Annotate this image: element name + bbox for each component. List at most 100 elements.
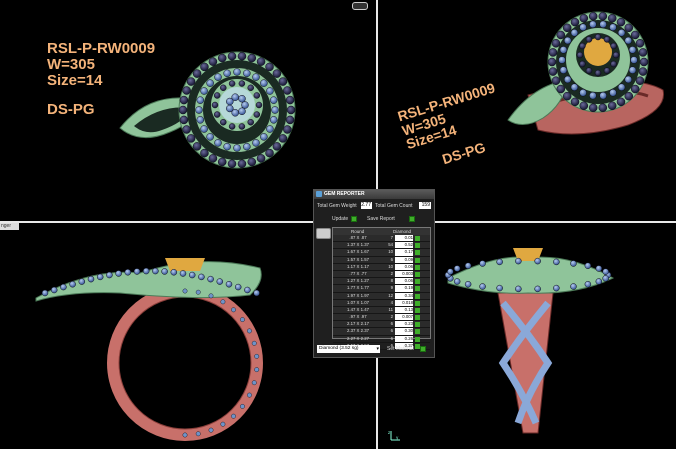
row-check-icon[interactable]	[415, 293, 420, 299]
gem-weight: 0.007	[395, 314, 413, 321]
material-select[interactable]: Diamond (3.52 sg) ▾	[317, 345, 380, 353]
gem-stone	[639, 57, 649, 67]
gem-stone	[214, 73, 222, 81]
gem-stone	[260, 79, 268, 87]
gem-stone	[256, 154, 266, 163]
row-check-icon[interactable]	[415, 300, 420, 306]
gem-stone	[211, 101, 219, 109]
row-check-icon[interactable]	[415, 322, 420, 328]
row-check-icon[interactable]	[415, 257, 420, 263]
gem-stone	[220, 118, 227, 126]
table-row[interactable]: 2.37 X 2.37 6 0.30	[333, 328, 430, 336]
gem-count: 12	[388, 292, 393, 298]
row-check-icon[interactable]	[415, 236, 420, 241]
gem-stone	[179, 270, 187, 277]
save-report-button[interactable]: Save Report	[367, 215, 395, 223]
row-check-icon[interactable]	[415, 250, 420, 256]
gem-stone	[238, 80, 246, 87]
row-check-icon[interactable]	[415, 307, 420, 313]
gem-weight: 0.09	[395, 256, 413, 263]
gem-stone	[192, 69, 202, 78]
gem-stone	[551, 39, 561, 48]
table-row[interactable]: .87 X .87 7 0.01	[333, 235, 430, 243]
gem-stone	[260, 133, 268, 141]
gem-stone	[182, 86, 191, 95]
table-row[interactable]: 1.27 X 1.27 8 0.06	[333, 278, 430, 286]
gem-stone	[576, 51, 584, 59]
material-select-value: Diamond (3.52 sg)	[319, 346, 359, 351]
gem-stone	[558, 56, 566, 64]
total-weight-label: Total Gem Weight	[317, 203, 357, 209]
table-row[interactable]: .97 X .97 2 0.007	[333, 314, 430, 322]
gem-stone	[220, 84, 227, 92]
table-row[interactable]: 1.47 X 1.47 11 0.13	[333, 306, 430, 315]
viewport-top[interactable]: RSL-P-RW0009 W=305 Size=14 DS-PG	[0, 0, 376, 221]
row-check-icon[interactable]	[415, 264, 420, 270]
row-check-icon[interactable]	[415, 286, 420, 292]
gem-size: 1.67 X 1.67	[347, 249, 369, 255]
table-row[interactable]: 1.67 X 1.67 10 0.17	[333, 249, 430, 257]
gem-stone	[233, 144, 241, 152]
gem-size: .87 X .87	[349, 235, 367, 240]
gem-stone	[630, 84, 640, 94]
gem-stone	[286, 105, 296, 115]
table-row[interactable]: 1.17 X 1.17 10 0.06	[333, 263, 430, 271]
set-material-green-icon[interactable]	[420, 346, 426, 352]
table-row[interactable]: 1.57 X 1.57 6 0.09	[333, 256, 430, 264]
row-check-icon[interactable]	[415, 315, 420, 321]
gem-stone	[60, 283, 67, 291]
viewport-perspective[interactable]: RSL-P-RW0009 W=305 Size=14 DS-PG	[378, 0, 676, 221]
update-green-icon[interactable]	[351, 216, 357, 222]
gem-stone	[579, 42, 586, 50]
gem-stone	[630, 30, 640, 40]
table-row[interactable]: .77 X .77 2 0.003	[333, 270, 430, 279]
panel-title: GEM REPORTER	[324, 191, 365, 197]
update-button[interactable]: Update	[332, 215, 348, 223]
set-material-button[interactable]: Set Material	[387, 345, 414, 353]
row-check-icon[interactable]	[415, 329, 420, 335]
gem-stone	[579, 60, 586, 68]
gem-stone	[231, 307, 236, 313]
gem-stone	[265, 148, 274, 158]
gem-size: 1.97 X 1.97	[347, 292, 369, 298]
gem-count: 11	[388, 306, 393, 312]
row-check-icon[interactable]	[415, 336, 420, 342]
gem-stone	[251, 380, 257, 386]
table-row[interactable]: 2.17 X 2.17 6 0.23	[333, 321, 430, 329]
table-row[interactable]: 1.37 X 1.37 54 0.52	[333, 242, 430, 250]
axis-gizmo-icon: z y	[388, 430, 400, 441]
gem-count: 9	[390, 285, 393, 291]
gem-size: 1.57 X 1.57	[347, 256, 369, 262]
gem-stone	[272, 142, 282, 151]
gem-size: 2.17 X 2.17	[347, 321, 369, 327]
table-row[interactable]: 1.77 X 1.77 9 0.19	[333, 285, 430, 293]
save-report-green-icon[interactable]	[409, 216, 415, 222]
row-check-icon[interactable]	[415, 271, 420, 277]
row-check-icon[interactable]	[415, 279, 420, 285]
table-row[interactable]: 2.27 X 2.27 6 0.26	[333, 335, 430, 343]
table-row[interactable]: 1.97 X 1.97 12 0.34	[333, 292, 430, 300]
gem-stone	[598, 103, 608, 112]
panel-titlebar[interactable]: GEM REPORTER	[314, 190, 434, 199]
gem-count: 6	[390, 256, 393, 262]
gem-stone	[170, 269, 178, 276]
gem-stone	[178, 105, 188, 115]
gem-stone	[208, 154, 218, 163]
row-check-icon[interactable]	[415, 243, 420, 249]
gem-stone	[584, 262, 592, 269]
viewport-controls-icon[interactable]	[352, 2, 368, 10]
gem-stone	[479, 283, 486, 290]
gem-stone	[607, 14, 617, 23]
gem-stone	[607, 101, 617, 110]
gem-stone	[192, 142, 202, 151]
gem-shape-icon	[316, 228, 331, 239]
gem-stone	[515, 257, 522, 265]
gem-stone	[87, 275, 95, 283]
gem-stone	[624, 91, 634, 101]
gem-stone	[231, 93, 239, 101]
gem-stone	[243, 142, 251, 151]
table-row[interactable]: 1.07 X 1.07 4 0.018	[333, 299, 430, 307]
gem-stone	[588, 103, 598, 112]
gem-stone	[217, 157, 227, 167]
gem-stone	[214, 139, 222, 147]
